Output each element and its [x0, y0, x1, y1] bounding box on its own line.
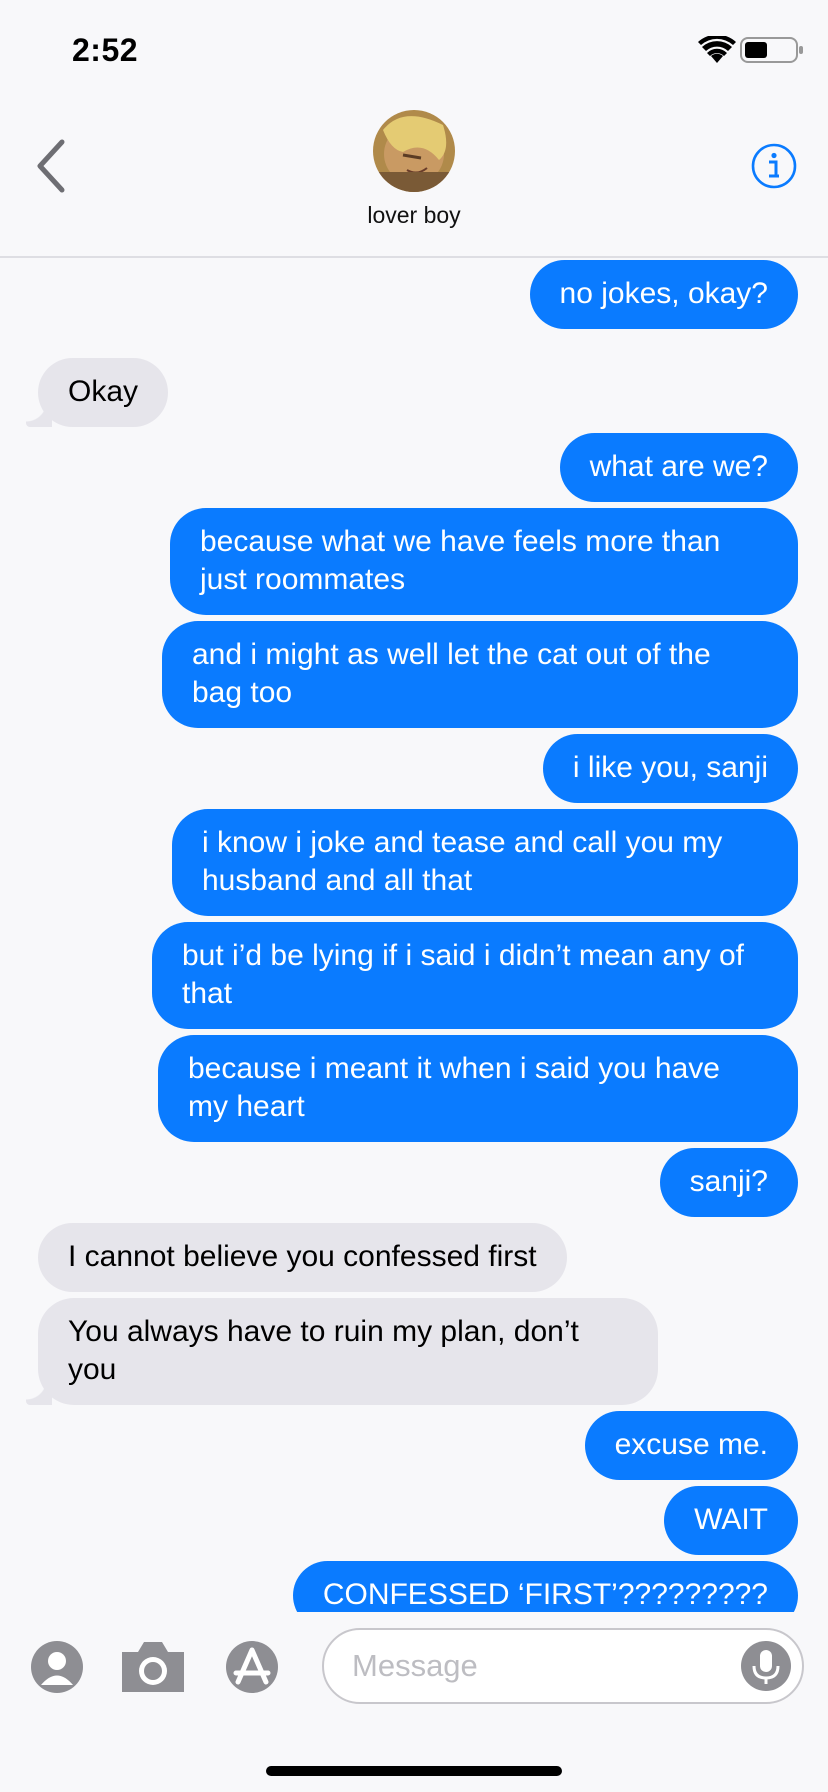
message-bubble-incoming[interactable]: You always have to ruin my plan, don’t y…	[26, 1298, 658, 1405]
microphone-icon[interactable]	[740, 1640, 792, 1692]
wifi-icon	[698, 36, 736, 63]
message-bubble-outgoing[interactable]: i know i joke and tease and call you my …	[172, 809, 798, 916]
chevron-left-icon[interactable]	[30, 136, 74, 196]
message-bubble-outgoing[interactable]: CONFESSED ‘FIRST’?????????	[292, 1561, 798, 1612]
message-bubble-incoming[interactable]: Okay	[25, 358, 169, 427]
status-time: 2:52	[72, 32, 139, 68]
message-bubble-outgoing[interactable]: what are we?	[559, 433, 798, 502]
message-bubble-outgoing[interactable]: excuse me.	[584, 1411, 798, 1480]
message-bubble-outgoing[interactable]: sanji?	[659, 1148, 798, 1217]
message-bubble-incoming[interactable]: I cannot believe you confessed first	[38, 1223, 567, 1292]
message-input[interactable]	[322, 1628, 804, 1704]
message-bubble-outgoing[interactable]: because i meant it when i said you have …	[158, 1035, 798, 1142]
contact-avatar[interactable]	[373, 110, 455, 192]
message-bubble-outgoing[interactable]: and i might as well let the cat out of t…	[162, 621, 798, 728]
app-store-icon[interactable]	[224, 1640, 294, 1694]
contact-name[interactable]: lover boy	[0, 202, 828, 229]
home-indicator[interactable]	[266, 1766, 562, 1776]
contacts-icon[interactable]	[30, 1640, 84, 1694]
message-bubble-outgoing[interactable]: but i’d be lying if i said i didn’t mean…	[152, 922, 798, 1029]
message-bubble-outgoing[interactable]: no jokes, okay?	[529, 260, 798, 329]
message-thread[interactable]: no jokes, okay? Okay what are we? becaus…	[0, 258, 828, 1612]
compose-bar	[0, 1612, 828, 1792]
status-bar: 2:52	[0, 0, 828, 100]
camera-icon[interactable]	[118, 1636, 188, 1696]
avatar-image	[373, 110, 455, 192]
battery-icon	[740, 37, 803, 63]
conversation-header: lover boy	[0, 100, 828, 258]
message-bubble-outgoing[interactable]: because what we have feels more than jus…	[170, 508, 798, 615]
info-icon[interactable]	[750, 142, 798, 190]
message-bubble-outgoing[interactable]: WAIT	[664, 1486, 798, 1555]
message-bubble-outgoing[interactable]: i like you, sanji	[542, 734, 798, 803]
